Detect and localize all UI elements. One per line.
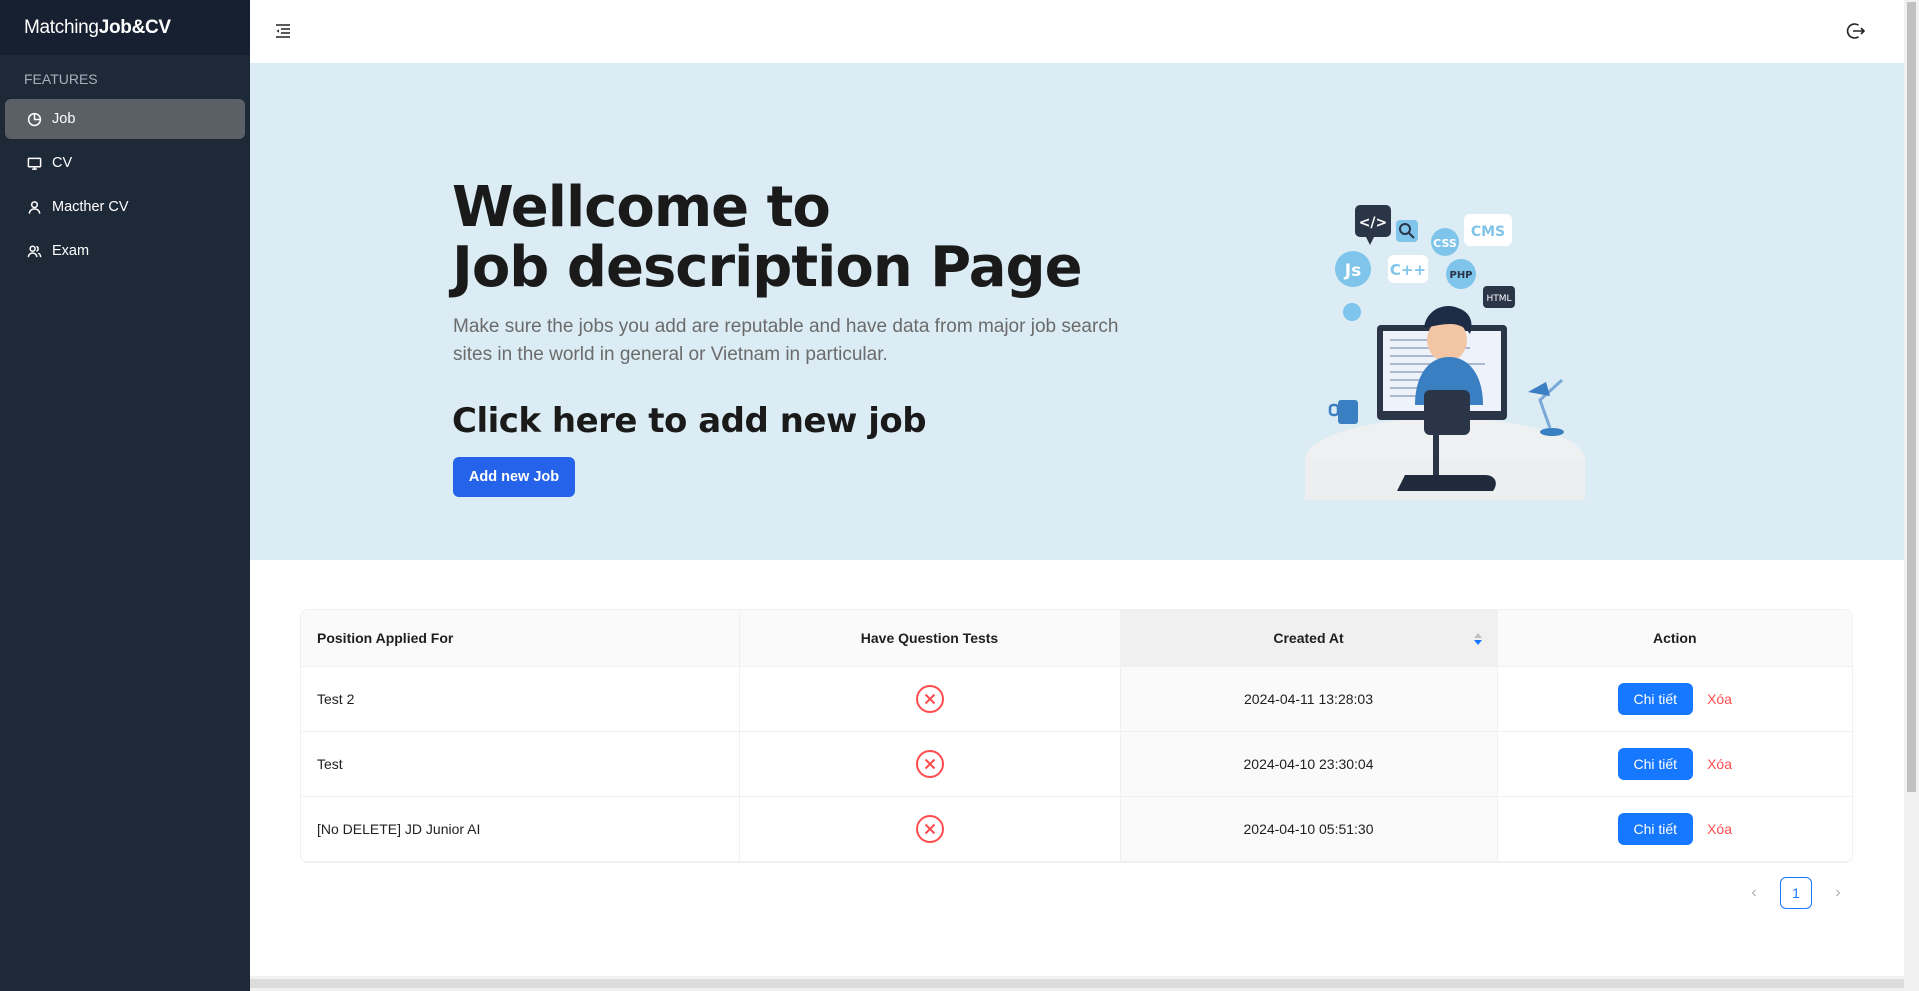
page-1-button[interactable]: 1	[1780, 877, 1812, 909]
sidebar-section-label: FEATURES	[24, 71, 98, 87]
detail-button[interactable]: Chi tiết	[1617, 812, 1694, 845]
cell-action: Chi tiết Xóa	[1497, 731, 1852, 797]
logout-icon[interactable]	[1846, 21, 1866, 41]
horizontal-scroll-thumb[interactable]	[250, 979, 1904, 988]
cell-created-at: 2024-04-11 13:28:03	[1120, 666, 1498, 732]
detail-button[interactable]: Chi tiết	[1617, 682, 1694, 715]
cta-heading: Click here to add new job	[452, 401, 927, 441]
cell-position: Test	[301, 731, 740, 797]
sidebar-item-label: Macther CV	[52, 199, 129, 215]
vertical-scroll-thumb[interactable]	[1907, 2, 1916, 792]
sidebar-item-cv[interactable]: CV	[5, 143, 245, 183]
top-header	[250, 0, 1904, 63]
brand-prefix: Matching	[24, 16, 99, 38]
cell-question-tests	[739, 731, 1121, 797]
title-line-1: Wellcome to	[452, 175, 831, 240]
sidebar-item-job[interactable]: Job	[5, 99, 245, 139]
pie-chart-icon	[27, 112, 42, 126]
close-circle-icon	[915, 814, 944, 843]
table-row: Test 2 2024-04-11 13:28:03 Chi tiết Xóa	[301, 666, 1852, 732]
hero-banner: Wellcome to Job description Page Make su…	[250, 63, 1904, 560]
desktop-icon	[27, 157, 42, 170]
close-circle-icon	[915, 749, 944, 778]
horizontal-scrollbar[interactable]	[250, 976, 1904, 991]
cms-bubble-label: CMS	[1471, 224, 1505, 240]
sidebar-item-label: CV	[52, 155, 73, 171]
table-header-row: Position Applied For Have Question Tests…	[301, 610, 1852, 667]
developer-illustration: </> Js C++ CSS CMS PHP HTML	[1305, 205, 1585, 500]
column-header-question-tests: Have Question Tests	[739, 610, 1121, 667]
prev-page-button[interactable]: ‹	[1738, 877, 1770, 909]
cell-position: Test 2	[301, 666, 740, 732]
cell-question-tests	[739, 796, 1121, 862]
sidebar-item-label: Job	[52, 111, 76, 127]
users-icon	[27, 245, 42, 257]
cell-question-tests	[739, 666, 1121, 732]
html-bubble-label: HTML	[1486, 294, 1511, 304]
php-bubble-label: PHP	[1449, 270, 1472, 281]
user-icon	[28, 200, 41, 214]
sidebar-item-label: Exam	[52, 243, 90, 259]
menu-fold-icon[interactable]	[274, 22, 292, 40]
cell-action: Chi tiết Xóa	[1497, 666, 1852, 732]
column-header-label: Created At	[1273, 629, 1344, 646]
close-circle-icon	[915, 684, 944, 713]
sidebar-item-exam[interactable]: Exam	[5, 231, 245, 271]
column-header-position: Position Applied For	[301, 610, 740, 667]
column-header-created-at[interactable]: Created At	[1120, 610, 1498, 667]
css-bubble-label: CSS	[1433, 237, 1457, 250]
hero-subtitle: Make sure the jobs you add are reputable…	[453, 316, 1119, 365]
cell-action: Chi tiết Xóa	[1497, 796, 1852, 862]
sort-icon[interactable]	[1473, 632, 1483, 646]
title-line-2: Job description Page	[452, 235, 1083, 300]
code-bubble-label: </>	[1359, 215, 1388, 231]
sidebar: Matching Job&CV FEATURES Job CV Macther C…	[0, 0, 250, 991]
cpp-bubble-label: C++	[1390, 261, 1426, 279]
detail-button[interactable]: Chi tiết	[1617, 747, 1694, 780]
column-header-action: Action	[1497, 610, 1852, 667]
table-row: [No DELETE] JD Junior AI 2024-04-10 05:5…	[301, 796, 1852, 862]
vertical-scrollbar[interactable]	[1904, 0, 1919, 991]
delete-link[interactable]: Xóa	[1707, 691, 1732, 707]
cell-created-at: 2024-04-10 23:30:04	[1120, 731, 1498, 797]
brand-bold: Job&CV	[98, 16, 171, 38]
cell-created-at: 2024-04-10 05:51:30	[1120, 796, 1498, 862]
next-page-button[interactable]: ›	[1822, 877, 1854, 909]
sidebar-item-macther-cv[interactable]: Macther CV	[5, 187, 245, 227]
add-new-job-button[interactable]: Add new Job	[453, 457, 575, 497]
js-bubble-label: Js	[1344, 261, 1361, 281]
cell-position: [No DELETE] JD Junior AI	[301, 796, 740, 862]
jobs-table: Position Applied For Have Question Tests…	[300, 609, 1853, 863]
brand-logo[interactable]: Matching Job&CV	[0, 0, 250, 55]
page-title: Wellcome to Job description Page	[452, 175, 1083, 300]
pagination: ‹ 1 ›	[1738, 877, 1854, 909]
table-row: Test 2024-04-10 23:30:04 Chi tiết Xóa	[301, 731, 1852, 797]
delete-link[interactable]: Xóa	[1707, 821, 1732, 837]
delete-link[interactable]: Xóa	[1707, 756, 1732, 772]
